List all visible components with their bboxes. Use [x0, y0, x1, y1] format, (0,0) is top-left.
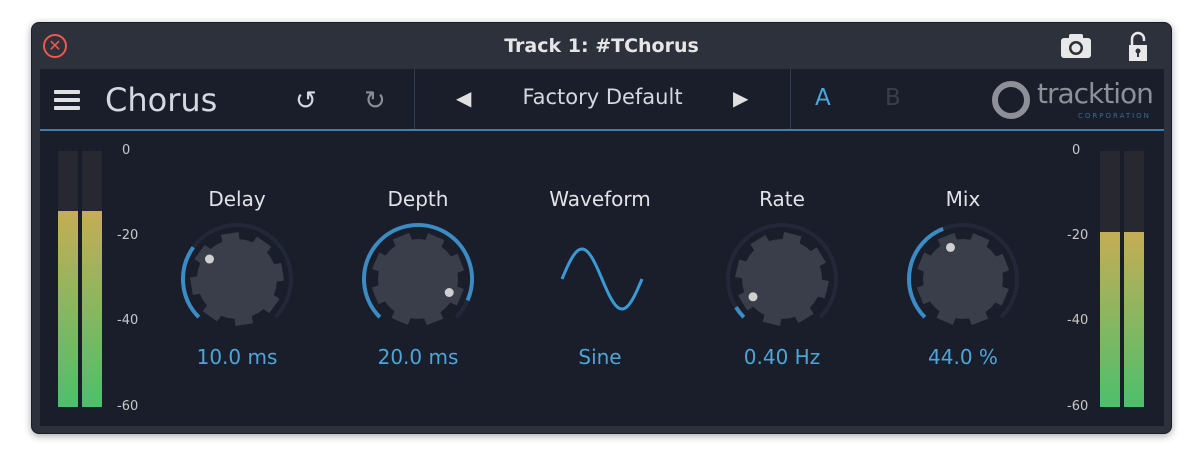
- knob-indicator: [444, 288, 454, 298]
- knob-body: [371, 232, 465, 326]
- window-title: Track 1: #TChorus: [504, 35, 699, 57]
- meter-left-1: [58, 151, 78, 407]
- meter-scale-label: -20: [117, 228, 139, 243]
- knob-value-arc: [734, 306, 746, 319]
- meter-scale-label: 0: [122, 143, 131, 158]
- knob-body: [916, 232, 1010, 326]
- rate-label: Rate: [759, 187, 805, 211]
- knob-body: [735, 232, 829, 326]
- knob-indicator: [204, 254, 214, 264]
- mix-value[interactable]: 44.0 %: [883, 345, 1043, 369]
- meter-right-2: [1124, 151, 1144, 407]
- meter-scale-label: -40: [117, 313, 139, 328]
- ab-a-button[interactable]: A: [815, 85, 831, 111]
- mix-knob[interactable]: [903, 219, 1023, 339]
- logo-subtext: CORPORATION: [1078, 112, 1151, 120]
- plugin-header: Chorus ↺ ↻ ◀ Factory Default ▶ A B track…: [40, 69, 1164, 131]
- divider: [790, 69, 791, 129]
- depth-value[interactable]: 20.0 ms: [338, 345, 498, 369]
- tracktion-logo-icon: [992, 81, 1030, 119]
- meter-scale-label: 0: [1072, 143, 1081, 158]
- delay-knob[interactable]: [177, 219, 297, 339]
- rate-value[interactable]: 0.40 Hz: [702, 345, 862, 369]
- meter-scale-label: -60: [117, 399, 139, 414]
- waveform-label: Waveform: [549, 187, 651, 211]
- plugin-panel: Chorus ↺ ↻ ◀ Factory Default ▶ A B track…: [40, 69, 1164, 426]
- depth-label: Depth: [387, 187, 449, 211]
- meter-scale-label: -60: [1067, 399, 1089, 414]
- meter-right-1: [1100, 151, 1120, 407]
- plugin-name: Chorus: [105, 81, 218, 119]
- knob-body: [190, 232, 284, 326]
- unlock-icon[interactable]: [1127, 31, 1149, 63]
- delay-label: Delay: [208, 187, 266, 211]
- waveform-selector[interactable]: [540, 219, 660, 339]
- depth-knob[interactable]: [358, 219, 478, 339]
- meter-scale-label: -40: [1067, 313, 1089, 328]
- knob-indicator: [748, 292, 758, 302]
- logo-text: tracktion: [1037, 77, 1154, 110]
- waveform-value[interactable]: Sine: [520, 345, 680, 369]
- redo-icon[interactable]: ↻: [364, 86, 386, 116]
- undo-icon[interactable]: ↺: [295, 86, 317, 116]
- meter-scale-label: -20: [1067, 228, 1089, 243]
- title-bar: ✕ Track 1: #TChorus: [32, 23, 1171, 69]
- rate-knob[interactable]: [722, 219, 842, 339]
- ab-b-button[interactable]: B: [885, 85, 901, 111]
- sine-wave-icon: [560, 247, 644, 311]
- camera-icon[interactable]: [1060, 33, 1092, 59]
- menu-icon[interactable]: [54, 89, 80, 111]
- next-preset-button[interactable]: ▶: [733, 86, 748, 110]
- plugin-window: ✕ Track 1: #TChorus Chorus ↺ ↻ ◀ Factory…: [31, 22, 1172, 434]
- delay-value[interactable]: 10.0 ms: [157, 345, 317, 369]
- mix-label: Mix: [945, 187, 981, 211]
- knob-indicator: [945, 242, 955, 252]
- meter-left-2: [82, 151, 102, 407]
